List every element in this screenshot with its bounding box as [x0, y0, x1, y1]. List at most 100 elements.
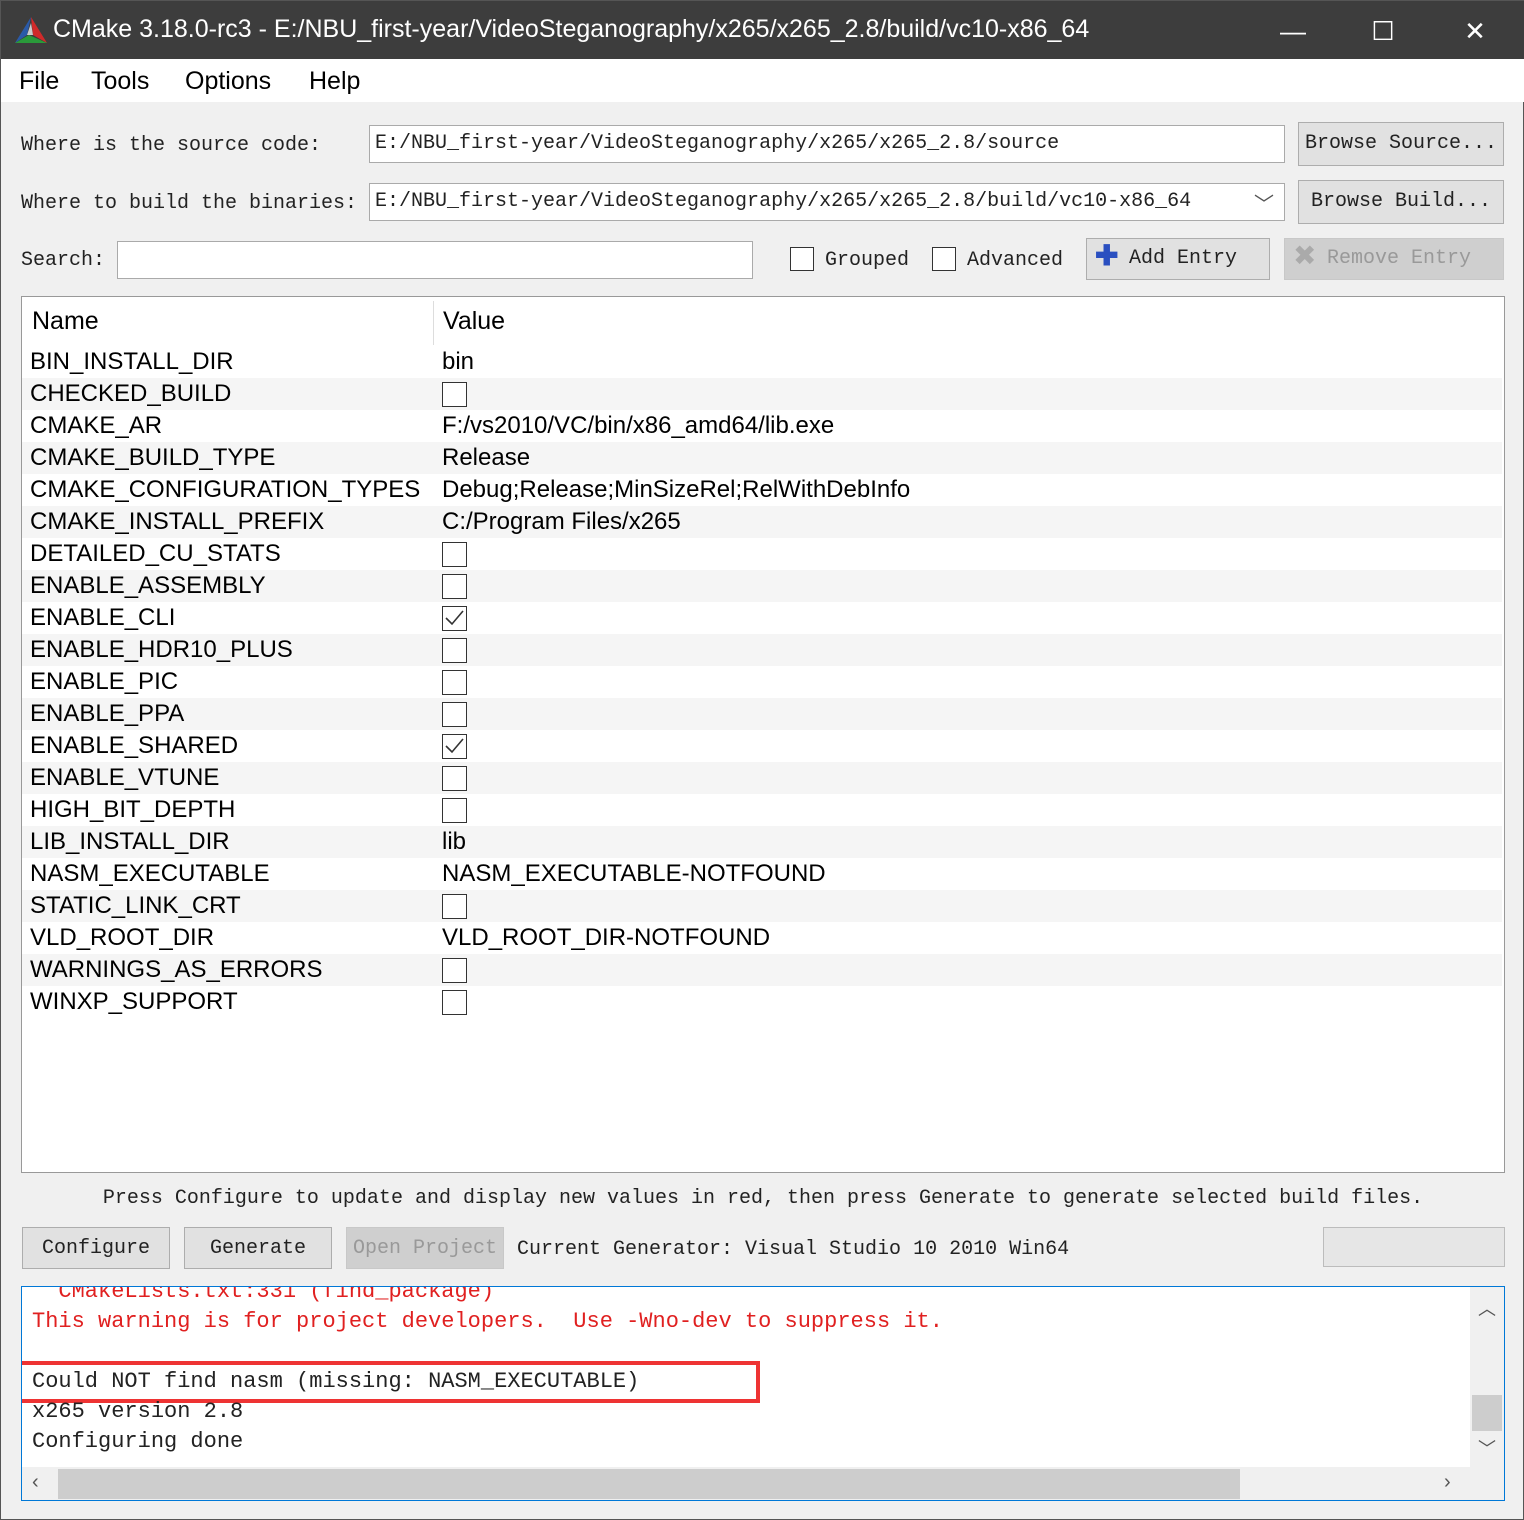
- table-row[interactable]: CHECKED_BUILD: [22, 378, 1502, 410]
- check-icon: [445, 738, 464, 754]
- table-row[interactable]: ENABLE_VTUNE: [22, 762, 1502, 794]
- entry-checkbox[interactable]: [442, 670, 467, 695]
- open-project-button[interactable]: Open Project: [346, 1227, 504, 1269]
- log-line: x265 version 2.8: [32, 1399, 244, 1424]
- entry-name: ENABLE_SHARED: [30, 732, 239, 759]
- table-row[interactable]: DETAILED_CU_STATS: [22, 538, 1502, 570]
- table-row[interactable]: CMAKE_BUILD_TYPE Release: [22, 442, 1502, 474]
- chevron-down-icon[interactable]: ﹀: [1254, 188, 1274, 218]
- scroll-right-icon[interactable]: ›: [1444, 1471, 1451, 1494]
- remove-x-icon: ✖: [1293, 243, 1317, 274]
- table-row[interactable]: ENABLE_ASSEMBLY: [22, 570, 1502, 602]
- entry-value[interactable]: C:/Program Files/x265: [442, 508, 681, 536]
- cache-table: Name Value BIN_INSTALL_DIR bin CHECKED_BUI…: [21, 296, 1505, 1173]
- table-row[interactable]: CMAKE_INSTALL_PREFIX C:/Program Files/x26…: [22, 506, 1502, 538]
- horizontal-scrollbar[interactable]: ‹ ›: [22, 1467, 1504, 1500]
- entry-checkbox[interactable]: [442, 798, 467, 823]
- entry-checkbox[interactable]: [442, 574, 467, 599]
- column-header-value[interactable]: Value: [443, 307, 505, 336]
- maximize-button[interactable]: ☐: [1363, 11, 1403, 51]
- entry-name: ENABLE_VTUNE: [30, 764, 220, 791]
- column-header-name[interactable]: Name: [32, 307, 99, 336]
- menu-help[interactable]: Help: [309, 67, 360, 96]
- entry-value[interactable]: lib: [442, 828, 466, 856]
- grouped-label: Grouped: [825, 249, 910, 272]
- advanced-checkbox[interactable]: [932, 247, 956, 271]
- entry-name: VLD_ROOT_DIR: [30, 924, 215, 951]
- entry-name: CMAKE_BUILD_TYPE: [30, 444, 276, 471]
- browse-build-button[interactable]: Browse Build...: [1298, 180, 1504, 224]
- entry-value[interactable]: bin: [442, 348, 474, 376]
- entry-name: ENABLE_CLI: [30, 604, 176, 631]
- plus-icon: ✚: [1095, 243, 1119, 274]
- log-line: This warning is for project developers. …: [32, 1309, 943, 1334]
- search-input[interactable]: [117, 241, 753, 279]
- entry-value[interactable]: Release: [442, 444, 530, 472]
- entry-name: BIN_INSTALL_DIR: [30, 348, 234, 375]
- table-row[interactable]: ENABLE_HDR10_PLUS: [22, 634, 1502, 666]
- entry-checkbox[interactable]: [442, 542, 467, 567]
- hscroll-thumb[interactable]: [58, 1469, 1240, 1499]
- cmake-logo-icon: [15, 17, 47, 43]
- source-input[interactable]: E:/NBU_first-year/VideoSteganography/x26…: [369, 125, 1285, 163]
- build-value: E:/NBU_first-year/VideoSteganography/x26…: [375, 190, 1192, 213]
- entry-checkbox[interactable]: [442, 990, 467, 1015]
- close-button[interactable]: ✕: [1455, 11, 1495, 51]
- entry-checkbox[interactable]: [442, 734, 467, 759]
- menu-tools[interactable]: Tools: [91, 67, 149, 96]
- entry-name: WARNINGS_AS_ERRORS: [30, 956, 323, 983]
- output-log: CMakeLists.txt:331 (find_package) This wa…: [21, 1286, 1505, 1501]
- build-combobox[interactable]: E:/NBU_first-year/VideoSteganography/x26…: [369, 183, 1285, 221]
- entry-name: ENABLE_ASSEMBLY: [30, 572, 266, 599]
- table-row[interactable]: ENABLE_CLI: [22, 602, 1502, 634]
- scroll-thumb[interactable]: [1472, 1395, 1502, 1431]
- vertical-scrollbar[interactable]: ︿ ﹀: [1470, 1287, 1504, 1467]
- menu-options[interactable]: Options: [185, 67, 271, 96]
- minimize-button[interactable]: —: [1273, 11, 1313, 51]
- table-row[interactable]: CMAKE_AR F:/vs2010/VC/bin/x86_amd64/lib.e…: [22, 410, 1502, 442]
- entry-name: ENABLE_PIC: [30, 668, 179, 695]
- entry-name: HIGH_BIT_DEPTH: [30, 796, 236, 823]
- table-row[interactable]: NASM_EXECUTABLE NASM_EXECUTABLE-NOTFOUND: [22, 858, 1502, 890]
- entry-name: WINXP_SUPPORT: [30, 988, 238, 1015]
- table-row[interactable]: VLD_ROOT_DIR VLD_ROOT_DIR-NOTFOUND: [22, 922, 1502, 954]
- entry-checkbox[interactable]: [442, 766, 467, 791]
- column-divider: [433, 301, 434, 345]
- entry-checkbox[interactable]: [442, 894, 467, 919]
- menu-file[interactable]: File: [19, 67, 59, 96]
- table-row[interactable]: WINXP_SUPPORT: [22, 986, 1502, 1018]
- entry-checkbox[interactable]: [442, 702, 467, 727]
- table-row[interactable]: ENABLE_PPA: [22, 698, 1502, 730]
- table-row[interactable]: ENABLE_SHARED: [22, 730, 1502, 762]
- highlight-box: [22, 1361, 760, 1403]
- table-row[interactable]: WARNINGS_AS_ERRORS: [22, 954, 1502, 986]
- generate-button[interactable]: Generate: [184, 1227, 332, 1269]
- scroll-down-icon[interactable]: ﹀: [1470, 1435, 1504, 1461]
- scroll-left-icon[interactable]: ‹: [32, 1471, 39, 1494]
- advanced-label: Advanced: [967, 249, 1064, 272]
- table-row[interactable]: ENABLE_PIC: [22, 666, 1502, 698]
- entry-checkbox[interactable]: [442, 606, 467, 631]
- configure-button[interactable]: Configure: [22, 1227, 170, 1269]
- entry-name: CMAKE_INSTALL_PREFIX: [30, 508, 325, 535]
- entry-checkbox[interactable]: [442, 638, 467, 663]
- grouped-checkbox[interactable]: [790, 247, 814, 271]
- entry-value[interactable]: F:/vs2010/VC/bin/x86_amd64/lib.exe: [442, 412, 834, 440]
- scroll-up-icon[interactable]: ︿: [1470, 1295, 1504, 1321]
- entry-checkbox[interactable]: [442, 382, 467, 407]
- table-row[interactable]: BIN_INSTALL_DIR bin: [22, 346, 1502, 378]
- add-entry-button[interactable]: ✚ Add Entry: [1086, 238, 1270, 280]
- log-line: Configuring done: [32, 1429, 244, 1454]
- remove-entry-button[interactable]: ✖ Remove Entry: [1284, 238, 1504, 280]
- entry-value[interactable]: VLD_ROOT_DIR-NOTFOUND: [442, 924, 770, 952]
- table-row[interactable]: HIGH_BIT_DEPTH: [22, 794, 1502, 826]
- source-label: Where is the source code:: [21, 134, 322, 157]
- table-row[interactable]: LIB_INSTALL_DIR lib: [22, 826, 1502, 858]
- entry-name: DETAILED_CU_STATS: [30, 540, 281, 567]
- entry-value[interactable]: Debug;Release;MinSizeRel;RelWithDebInfo: [442, 476, 910, 504]
- browse-source-button[interactable]: Browse Source...: [1298, 122, 1504, 166]
- entry-value[interactable]: NASM_EXECUTABLE-NOTFOUND: [442, 860, 826, 888]
- table-row[interactable]: CMAKE_CONFIGURATION_TYPES Debug;Release;M…: [22, 474, 1502, 506]
- entry-checkbox[interactable]: [442, 958, 467, 983]
- table-row[interactable]: STATIC_LINK_CRT: [22, 890, 1502, 922]
